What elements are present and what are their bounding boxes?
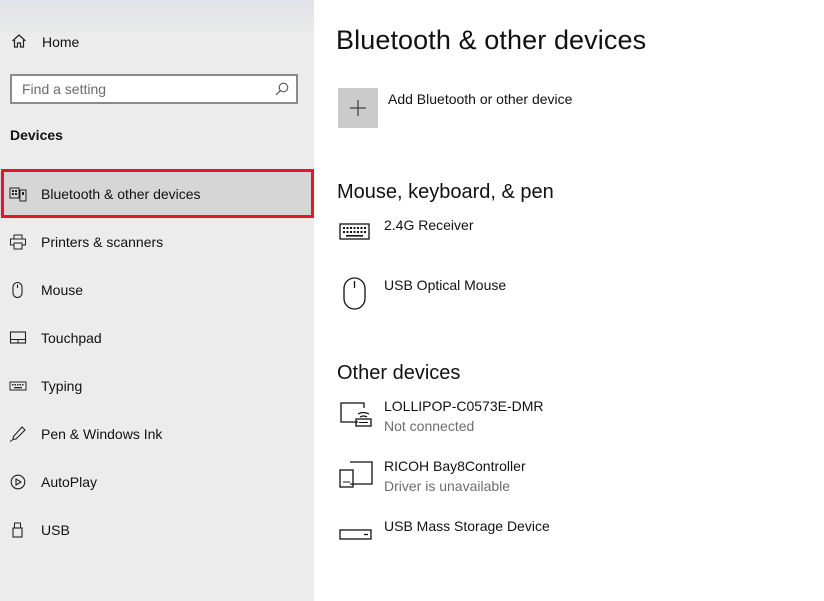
- sidebar-item-bluetooth[interactable]: Bluetooth & other devices: [0, 172, 314, 216]
- device-name: RICOH Bay8Controller: [384, 458, 526, 474]
- keyboard-icon: [339, 223, 370, 240]
- section-title-devices: Devices: [10, 127, 63, 143]
- search-input[interactable]: [12, 76, 262, 102]
- device-name: USB Mass Storage Device: [384, 518, 550, 534]
- sidebar-item-label: Printers & scanners: [41, 234, 164, 250]
- autoplay-icon: [10, 474, 26, 490]
- device-status: Not connected: [384, 418, 475, 434]
- device-status: Driver is unavailable: [384, 478, 511, 494]
- sidebar-item-autoplay[interactable]: AutoPlay: [0, 460, 314, 504]
- sidebar-item-label: Touchpad: [41, 330, 102, 346]
- sidebar-item-typing[interactable]: Typing: [0, 364, 314, 408]
- device-item[interactable]: 2.4G Receiver: [336, 217, 796, 267]
- storage-drive-icon: [339, 529, 372, 540]
- keyboard-icon: [9, 381, 27, 391]
- add-device-label[interactable]: Add Bluetooth or other device: [388, 91, 572, 107]
- page-title: Bluetooth & other devices: [336, 25, 647, 55]
- device-item[interactable]: LOLLIPOP-C0573E-DMR Not connected: [336, 398, 796, 448]
- sidebar-item-usb[interactable]: USB: [0, 508, 314, 552]
- device-name: USB Optical Mouse: [384, 277, 507, 293]
- sidebar-item-label: Pen & Windows Ink: [41, 426, 163, 442]
- generic-device-icon: [339, 461, 373, 488]
- device-name: LOLLIPOP-C0573E-DMR: [384, 398, 544, 414]
- sidebar-item-label: Typing: [41, 378, 83, 394]
- touchpad-icon: [9, 331, 27, 344]
- device-item[interactable]: USB Optical Mouse: [336, 277, 796, 327]
- section-title-mouse-keyboard-pen: Mouse, keyboard, & pen: [337, 181, 554, 203]
- search-icon[interactable]: [274, 81, 290, 97]
- section-title-other-devices: Other devices: [337, 362, 461, 384]
- add-device-button[interactable]: [338, 88, 378, 128]
- home-label: Home: [42, 34, 80, 50]
- sidebar-item-mouse[interactable]: Mouse: [0, 268, 314, 312]
- pen-icon: [9, 426, 26, 442]
- sidebar-item-label: USB: [41, 522, 70, 538]
- home-icon: [12, 34, 26, 48]
- wireless-display-icon: [340, 402, 372, 427]
- mouse-icon: [12, 282, 23, 298]
- sidebar-item-printers[interactable]: Printers & scanners: [0, 220, 314, 264]
- sidebar: Home Devices Bluetooth & other devices P…: [0, 0, 314, 601]
- mouse-icon: [343, 277, 366, 310]
- printer-icon: [10, 234, 26, 250]
- bluetooth-devices-icon: [9, 187, 27, 202]
- sidebar-item-touchpad[interactable]: Touchpad: [0, 316, 314, 360]
- plus-icon: [350, 100, 366, 116]
- device-item[interactable]: USB Mass Storage Device: [336, 518, 796, 568]
- sidebar-item-label: Bluetooth & other devices: [41, 186, 201, 202]
- sidebar-item-label: Mouse: [41, 282, 84, 298]
- usb-icon: [12, 522, 23, 538]
- home-nav-item[interactable]: Home: [0, 24, 314, 60]
- device-item[interactable]: RICOH Bay8Controller Driver is unavailab…: [336, 458, 796, 508]
- sidebar-item-label: AutoPlay: [41, 474, 98, 490]
- device-name: 2.4G Receiver: [384, 217, 474, 233]
- sidebar-item-pen[interactable]: Pen & Windows Ink: [0, 412, 314, 456]
- search-box[interactable]: [10, 74, 298, 104]
